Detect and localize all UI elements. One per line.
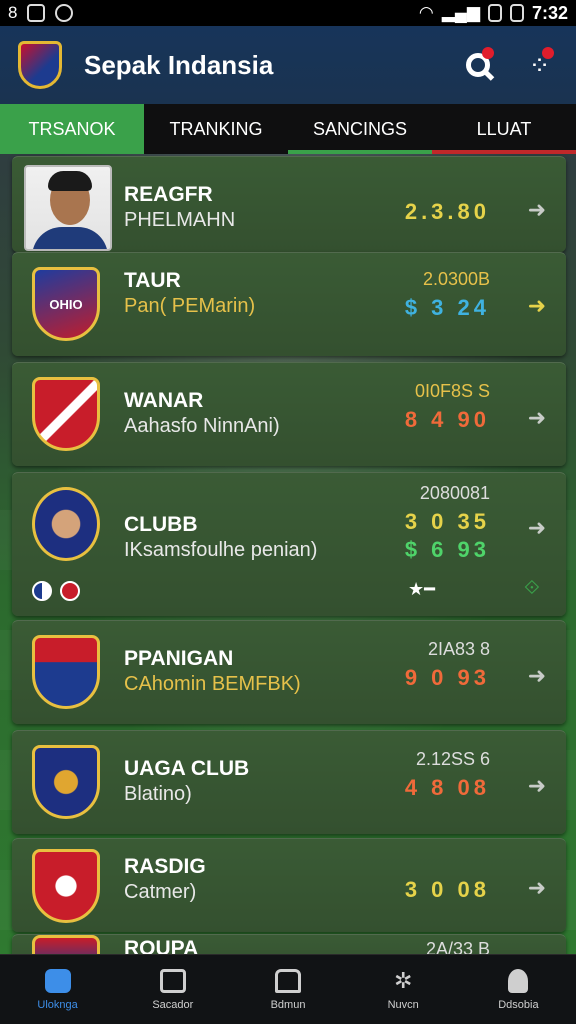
- nav-item-network[interactable]: ✲ Nuvcn: [346, 955, 461, 1024]
- list-item[interactable]: RASDIG Catmer) 3 0 08 ➜: [12, 838, 566, 932]
- status-time: 7:32: [531, 2, 568, 23]
- item-rank: 0I0F8S S: [414, 381, 490, 401]
- arrow-right-icon[interactable]: ➜: [528, 875, 546, 901]
- status-icon-3: [55, 4, 74, 22]
- flag-icon: [32, 581, 52, 601]
- app-logo[interactable]: [18, 41, 62, 89]
- item-score: 3 0 35: [404, 509, 490, 534]
- item-rank: 2.12SS 6: [415, 749, 490, 769]
- item-name: WANAR: [124, 389, 204, 412]
- list-item[interactable]: WANAR Aahasfo NinnAni) 0I0F8S S 8 4 90 ➜: [12, 362, 566, 466]
- status-bar: 8 ◠ ▂▄▆ 7:32: [0, 0, 576, 26]
- player-photo: [24, 165, 112, 251]
- more-badge: [542, 47, 554, 59]
- item-score: 9 0 93: [404, 665, 490, 690]
- nav-label: Nuvcn: [387, 998, 419, 1011]
- profile-icon: [508, 968, 529, 993]
- tab-label: SANCINGS: [312, 118, 408, 139]
- club-emblem: [32, 377, 100, 451]
- tab-label: TRANKING: [169, 118, 263, 139]
- app-title: Sepak Indansia: [84, 49, 274, 80]
- item-sub: Catmer): [124, 881, 197, 903]
- home-icon: [44, 968, 71, 993]
- item-score: 8 4 90: [404, 407, 490, 432]
- radio-icon: [159, 968, 186, 993]
- tab-tranking[interactable]: TRANKING: [144, 104, 288, 154]
- item-name: REAGFR: [124, 183, 213, 206]
- notification-badge: [482, 47, 494, 59]
- item-name: RASDIG: [124, 855, 206, 878]
- arrow-right-icon[interactable]: ➜: [528, 515, 546, 541]
- list-item[interactable]: PPANIGAN CAhomin BEMFBK) 2IA83 8 9 0 93 …: [12, 620, 566, 724]
- status-icon-2: [27, 4, 46, 22]
- item-sub: PHELMAHN: [124, 209, 236, 231]
- nav-item-scores[interactable]: Sacador: [115, 955, 230, 1024]
- item-rank: 2080081: [419, 483, 490, 503]
- item-name: TAUR: [124, 269, 181, 292]
- nav-item-profile[interactable]: Ddsobia: [461, 955, 576, 1024]
- arrow-right-icon[interactable]: ➜: [528, 197, 546, 223]
- list-item[interactable]: UAGA CLUB Blatino) 2.12SS 6 4 8 08 ➜: [12, 730, 566, 834]
- flag-icon: [60, 581, 80, 601]
- arrow-right-icon[interactable]: ➜: [528, 405, 546, 431]
- arrow-right-icon[interactable]: ➜: [528, 663, 546, 689]
- item-name: UAGA CLUB: [124, 757, 250, 780]
- item-sub: CAhomin BEMFBK): [124, 673, 301, 695]
- item-score: 2.3.80: [404, 199, 490, 224]
- nav-item-matches[interactable]: Bdmun: [230, 955, 345, 1024]
- item-sub: Aahasfo NinnAni): [124, 415, 280, 437]
- nav-label: Sacador: [152, 998, 194, 1011]
- item-score: 3 0 08: [404, 877, 490, 902]
- tab-label: LLUAT: [476, 118, 532, 139]
- tab-bar: TRSANOK TRANKING SANCINGS LLUAT: [0, 104, 576, 154]
- wifi-icon: ◠: [418, 3, 434, 22]
- nav-label: Ddsobia: [498, 998, 539, 1011]
- item-name: CLUBB: [124, 513, 198, 536]
- star-icon[interactable]: ★━: [408, 579, 435, 600]
- list-item[interactable]: REAGFR PHELMAHN 2.3.80 ➜: [12, 156, 566, 252]
- item-sub: Blatino): [124, 783, 192, 805]
- club-emblem: [32, 849, 100, 923]
- stadium-icon: [275, 968, 301, 993]
- search-button[interactable]: [458, 45, 498, 85]
- list-item[interactable]: OHIO TAUR Pan( PEMarin) 2.0300B $ 3 24 ➜: [12, 252, 566, 356]
- tab-sancings[interactable]: SANCINGS: [288, 104, 432, 154]
- status-icon-1: 8: [8, 3, 18, 22]
- nav-label: Bdmun: [270, 998, 306, 1011]
- tab-lluat[interactable]: LLUAT: [432, 104, 576, 154]
- item-name: PPANIGAN: [124, 647, 234, 670]
- item-score-2: $ 6 93: [404, 537, 490, 562]
- item-rank: 2.0300B: [422, 269, 490, 289]
- more-button[interactable]: ⁘: [518, 45, 558, 85]
- club-emblem: [32, 635, 100, 709]
- sim-icon: [509, 4, 524, 22]
- tab-underline: [288, 150, 432, 154]
- list-item[interactable]: CLUBB IKsamsfoulhe penian) 2080081 3 0 3…: [12, 472, 566, 616]
- item-sub: IKsamsfoulhe penian): [124, 539, 318, 561]
- club-emblem: [32, 487, 100, 561]
- nav-label: Uloknga: [37, 998, 78, 1011]
- network-icon: ✲: [393, 967, 413, 993]
- bottom-nav: Uloknga Sacador Bdmun ✲ Nuvcn Ddsobia: [0, 954, 576, 1024]
- link-icon[interactable]: ⟐: [524, 577, 540, 600]
- item-score: 4 8 08: [404, 775, 490, 800]
- item-rank: 2IA83 8: [427, 639, 490, 659]
- arrow-right-icon[interactable]: ➜: [528, 293, 546, 319]
- nav-item-home[interactable]: Uloknga: [0, 955, 115, 1024]
- arrow-right-icon[interactable]: ➜: [528, 773, 546, 799]
- club-emblem: [32, 745, 100, 819]
- item-sub: Pan( PEMarin): [124, 295, 256, 317]
- club-emblem: OHIO: [32, 267, 100, 341]
- battery-icon: [487, 4, 502, 22]
- tab-underline: [432, 150, 576, 154]
- app-bar: Sepak Indansia ⁘: [0, 26, 576, 104]
- tab-label: TRSANOK: [28, 118, 116, 139]
- tab-trsanok[interactable]: TRSANOK: [0, 104, 144, 154]
- item-score: $ 3 24: [404, 295, 490, 320]
- signal-icon: ▂▄▆: [441, 3, 480, 22]
